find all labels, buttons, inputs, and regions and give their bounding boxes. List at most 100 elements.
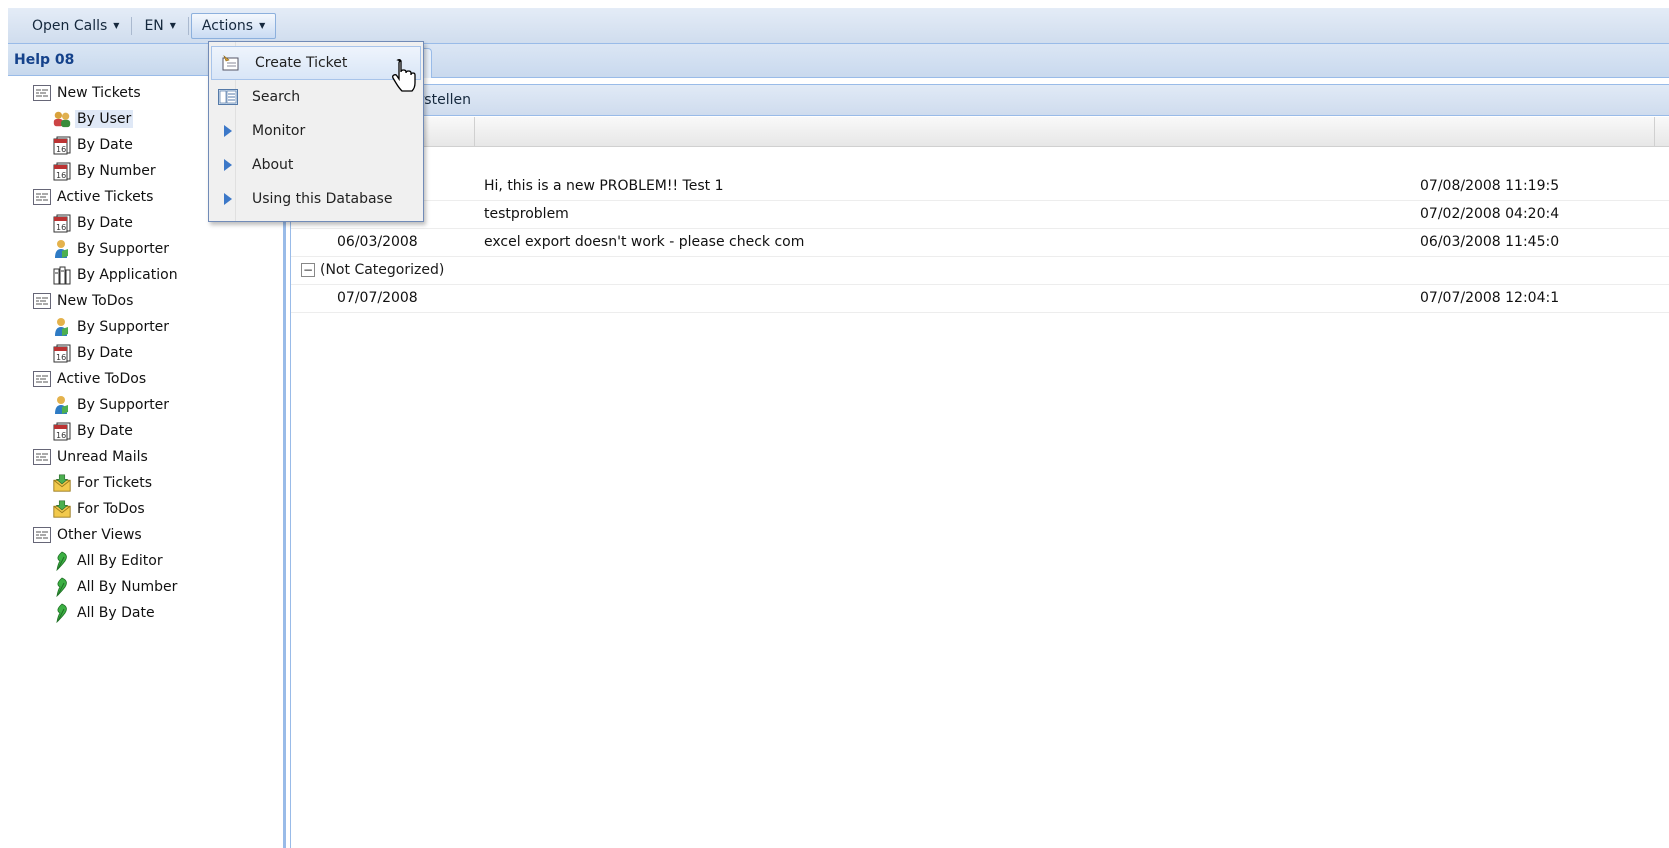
tree-label: Unread Mails (57, 449, 148, 465)
svg-text:16: 16 (56, 353, 66, 362)
category-label: (Not Categorized) (320, 262, 445, 278)
arrow-right-icon (217, 189, 239, 209)
tree-label: All By Date (77, 605, 155, 621)
tree-view-item[interactable]: By Supporter (8, 236, 283, 262)
menu-item-using-this-database[interactable]: Using this Database (209, 182, 423, 216)
actions-label: Actions (201, 17, 254, 34)
calendar-icon: 16 (52, 161, 72, 181)
view-icon (32, 525, 52, 545)
tree-label: Active ToDos (57, 371, 147, 387)
toolbar-separator (131, 16, 133, 35)
view-icon (32, 291, 52, 311)
tree-view-item[interactable]: 16 By Date (8, 340, 283, 366)
create-ticket-icon (220, 53, 242, 73)
chevron-down-icon: ▼ (113, 21, 120, 30)
books-icon (52, 265, 72, 285)
tree-label: For Tickets (77, 475, 153, 491)
view-title-bar: t erstellen (290, 84, 1669, 116)
table-row[interactable]: 8Hi, this is a new PROBLEM!! Test 107/08… (291, 172, 1669, 201)
tree-label: All By Number (77, 579, 178, 595)
tree-label: By Application (77, 267, 178, 283)
chevron-down-icon: ▼ (169, 21, 176, 30)
tree-folder[interactable]: Active ToDos (8, 366, 283, 392)
date-cell: 07/07/2008 (337, 290, 418, 306)
menu-item-monitor[interactable]: Monitor (209, 114, 423, 148)
svg-text:16: 16 (56, 431, 66, 440)
database-title: Help 08 (14, 51, 75, 68)
actions-button[interactable]: Actions ▼ (190, 12, 277, 39)
tree-view-item[interactable]: All By Editor (8, 548, 283, 574)
leaf-icon (52, 577, 72, 597)
column-header[interactable] (415, 117, 475, 147)
tree-folder[interactable]: Unread Mails (8, 444, 283, 470)
tree-label: By Number (77, 163, 156, 179)
calendar-icon: 16 (52, 343, 72, 363)
tree-label: New Tickets (57, 85, 141, 101)
tree-label: New ToDos (57, 293, 134, 309)
menu-item-label: Using this Database (252, 191, 393, 207)
menu-item-label: Create Ticket (255, 55, 348, 71)
tree-label: By Supporter (77, 319, 170, 335)
ticket-grid: 8Hi, this is a new PROBLEM!! Test 107/08… (290, 147, 1669, 848)
open-calls-button[interactable]: Open Calls ▼ (22, 13, 129, 39)
mail-icon (52, 473, 72, 493)
modified-cell: 07/08/2008 11:19:5 (1420, 178, 1560, 194)
mail-icon (52, 499, 72, 519)
column-header[interactable] (475, 117, 1655, 147)
tree-view-item[interactable]: By Supporter (8, 314, 283, 340)
chevron-down-icon: ▼ (259, 21, 266, 30)
hand-cursor-icon (392, 59, 416, 92)
language-label: EN (144, 17, 164, 34)
modified-cell: 07/02/2008 04:20:4 (1420, 206, 1560, 222)
table-row[interactable]: 06/03/2008 excel export doesn't work - pl… (291, 228, 1669, 257)
tree-label: Other Views (57, 527, 142, 543)
svg-text:16: 16 (56, 171, 66, 180)
tree-view-item[interactable]: 16 By Date (8, 418, 283, 444)
calendar-icon: 16 (52, 135, 72, 155)
tree-label: Active Tickets (57, 189, 154, 205)
grid-header (290, 117, 1669, 147)
tree-label: By Date (77, 137, 133, 153)
tab-strip (290, 44, 1669, 78)
top-toolbar: Open Calls ▼ EN ▼ Actions ▼ (8, 8, 1669, 44)
svg-text:16: 16 (56, 223, 66, 232)
tree-label: For ToDos (77, 501, 145, 517)
tree-view-item[interactable]: All By Number (8, 574, 283, 600)
table-row[interactable]: 07/02/2008testproblem07/02/2008 04:20:4 (291, 200, 1669, 229)
leaf-icon (52, 551, 72, 571)
supporter-icon (52, 317, 72, 337)
tree-folder[interactable]: New ToDos (8, 288, 283, 314)
menu-item-label: Search (252, 89, 301, 105)
language-button[interactable]: EN ▼ (134, 13, 185, 39)
calendar-icon: 16 (52, 213, 72, 233)
tree-label: By Date (77, 345, 133, 361)
tree-label: By Date (77, 215, 133, 231)
category-group-row[interactable]: − (Not Categorized) (291, 256, 1669, 285)
view-icon (32, 83, 52, 103)
supporter-icon (52, 239, 72, 259)
date-cell: 06/03/2008 (337, 234, 418, 250)
users-icon (52, 109, 72, 129)
subject-cell: Hi, this is a new PROBLEM!! Test 1 (484, 178, 724, 194)
view-icon (32, 369, 52, 389)
toolbar-separator (187, 16, 189, 35)
menu-item-about[interactable]: About (209, 148, 423, 182)
view-icon (32, 447, 52, 467)
open-calls-label: Open Calls (32, 17, 108, 34)
svg-text:16: 16 (56, 145, 66, 154)
tree-view-item[interactable]: By Supporter (8, 392, 283, 418)
tree-view-item[interactable]: By Application (8, 262, 283, 288)
table-row[interactable]: 07/07/2008 07/07/2008 12:04:1 (291, 284, 1669, 313)
collapse-toggle-icon[interactable]: − (301, 263, 315, 277)
tree-label: By Supporter (77, 397, 170, 413)
menu-item-label: Monitor (252, 123, 306, 139)
tree-label: All By Editor (77, 553, 163, 569)
view-icon (32, 187, 52, 207)
supporter-icon (52, 395, 72, 415)
tree-view-item[interactable]: All By Date (8, 600, 283, 626)
tree-view-item[interactable]: For ToDos (8, 496, 283, 522)
tree-folder[interactable]: Other Views (8, 522, 283, 548)
search-grid-icon (217, 87, 239, 107)
tree-view-item[interactable]: For Tickets (8, 470, 283, 496)
tree-label: By Date (77, 423, 133, 439)
